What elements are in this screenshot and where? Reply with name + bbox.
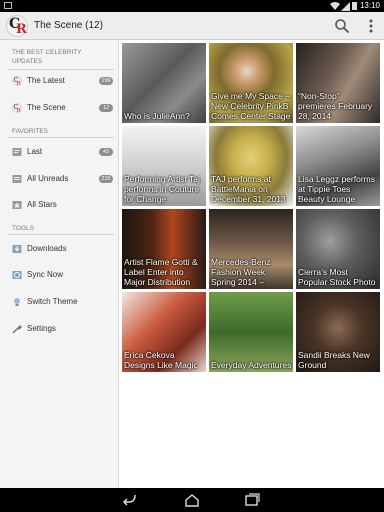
sidebar-item-all-unreads[interactable]: All Unreads 215 [0,169,118,189]
page-title: The Scene (12) [34,20,103,31]
article-tile[interactable]: Erica Cekova Designs Like Magic [122,292,206,372]
battery-icon [352,2,357,10]
wrench-icon [12,324,22,334]
article-title: Who is JulieAnn? [124,111,190,121]
section-divider [8,137,114,138]
sidebar-item-label: Downloads [27,244,67,253]
article-tile[interactable]: Everyday Adventures [209,292,293,372]
logo-icon: CR [12,76,22,86]
sidebar-item-settings[interactable]: Settings [0,319,118,339]
count-badge: 43 [99,148,113,156]
download-icon [12,245,22,253]
article-tile[interactable]: TAJ performs at BattleMania on December … [209,126,293,206]
sidebar-item-last[interactable]: Last 43 [0,142,118,162]
article-title: Artist Flame Gotti & Label Enter into Ma… [124,257,198,287]
unread-icon [12,175,22,183]
sidebar-item-label: Last [27,147,43,156]
signal-icon [341,2,350,11]
recent-apps-icon[interactable] [244,493,260,507]
logo-letter-r: R [16,22,27,37]
article-tile[interactable]: Who is JulieAnn? [122,43,206,123]
sidebar-item-the-scene[interactable]: CR The Scene 12 [0,98,118,118]
article-tile[interactable]: Mercedes-Benz Fashion Week Spring 2014 – [209,209,293,289]
sidebar-item-switch-theme[interactable]: Switch Theme [0,292,118,312]
article-title: Erica Cekova Designs Like Magic [124,350,198,370]
sidebar-item-sync-now[interactable]: Sync Now [0,265,118,285]
search-icon[interactable] [334,18,350,34]
article-tile[interactable]: Lisa Leggz performs at Tippie Toes Beaut… [296,126,380,206]
sidebar-item-label: Settings [27,324,56,333]
bulb-icon [14,298,20,306]
article-title: Cierra’s Most Popular Stock Photo [298,267,376,287]
sidebar-item-label: Sync Now [27,270,64,279]
star-icon [12,201,22,209]
notification-icon [4,2,12,9]
article-title: Mercedes-Benz Fashion Week Spring 2014 – [211,257,271,287]
sidebar-item-label: All Unreads [27,174,69,183]
article-grid: Who is JulieAnn? Give me My Space – New … [119,40,384,488]
sidebar-item-label: Switch Theme [27,297,78,306]
section-heading-tools: TOOLS [12,225,34,232]
app-logo[interactable]: C R [6,15,28,37]
action-bar: C R The Scene (12) [0,12,384,40]
article-tile[interactable]: Artist Flame Gotti & Label Enter into Ma… [122,209,206,289]
section-divider [8,69,114,70]
status-bar: 13:10 [0,0,384,12]
wifi-icon [330,2,340,10]
article-tile[interactable]: Give me My Space – New Celebrity PinkB C… [209,43,293,123]
sync-icon [12,271,22,279]
article-title: Everyday Adventures [211,360,292,370]
back-icon[interactable] [122,493,138,507]
article-tile[interactable]: “Non-Stop” premieres February 28, 2014 [296,43,380,123]
sidebar-item-downloads[interactable]: Downloads [0,239,118,259]
article-title: Sandii Breaks New Ground [298,350,370,370]
article-title: Lisa Leggz performs at Tippie Toes Beaut… [298,174,376,204]
sidebar-item-the-latest[interactable]: CR The Latest 199 [0,71,118,91]
home-icon[interactable] [184,493,200,507]
sidebar-item-all-stars[interactable]: All Stars [0,195,118,215]
sidebar: THE BEST CELEBRITY UPDATES CR The Latest… [0,40,119,488]
article-tile[interactable]: Sandii Breaks New Ground [296,292,380,372]
count-badge: 199 [99,77,113,85]
count-badge: 215 [99,175,113,183]
article-title: Performing Artist Taj performs in Coutur… [124,174,200,204]
article-title: “Non-Stop” premieres February 28, 2014 [298,91,373,121]
clock-time: 13:10 [359,1,380,10]
sidebar-item-label: The Scene [27,103,66,112]
overflow-menu-icon[interactable] [366,18,376,34]
article-tile[interactable]: Performing Artist Taj performs in Coutur… [122,126,206,206]
section-heading-favorites: FAVORITES [12,128,48,135]
sidebar-item-label: The Latest [27,76,65,85]
sidebar-item-label: All Stars [27,200,57,209]
system-nav-bar [0,488,384,512]
article-tile[interactable]: Cierra’s Most Popular Stock Photo [296,209,380,289]
section-heading-best-celebrity: THE BEST CELEBRITY UPDATES [12,49,82,65]
article-title: Give me My Space – New Celebrity PinkB C… [211,91,291,121]
logo-icon: CR [12,103,22,113]
article-title: TAJ performs at BattleMania on December … [211,174,286,204]
count-badge: 12 [99,104,113,112]
section-divider [8,234,114,235]
clock-icon [12,148,22,156]
